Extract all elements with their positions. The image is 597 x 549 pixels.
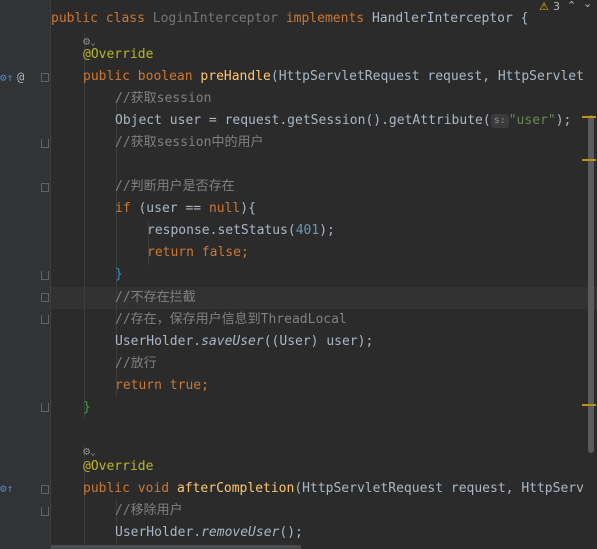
- code-line-9: //判断用户是否存在: [115, 176, 235, 198]
- params: (HttpServletRequest request, HttpServlet: [270, 69, 584, 84]
- fold-marker-icon[interactable]: [41, 183, 49, 192]
- code-text: ();: [279, 525, 303, 540]
- method-name: removeUser: [201, 525, 280, 540]
- warning-count: 3: [553, 0, 560, 13]
- keyword: if: [115, 201, 131, 216]
- code-text: );: [555, 113, 572, 128]
- editor-gutter: ⚙↑ @ ⚙↑: [0, 0, 51, 549]
- chevron-up-icon[interactable]: ⌃: [567, 0, 576, 12]
- annotation: @Override: [83, 459, 154, 474]
- error-stripe-marker[interactable]: [582, 404, 596, 406]
- method-name: preHandle: [200, 69, 271, 84]
- horizontal-scrollbar[interactable]: [51, 545, 301, 549]
- keyword: public: [83, 481, 130, 496]
- comment: //判断用户是否存在: [115, 179, 235, 194]
- parameter-hint: s:: [490, 114, 509, 128]
- method-name: saveUser: [201, 334, 264, 349]
- code-line-5: //获取session: [115, 88, 211, 110]
- code-line-22: @Override: [83, 456, 153, 478]
- code-line-7: //获取session中的用户: [115, 132, 263, 154]
- fold-marker-icon[interactable]: [41, 73, 49, 82]
- fold-marker-icon[interactable]: [41, 271, 49, 280]
- keyword: return: [115, 378, 162, 393]
- method-name: afterCompletion: [176, 481, 295, 496]
- code-text: ;: [201, 378, 209, 393]
- number-literal: 401: [295, 223, 320, 238]
- code-text: ){: [240, 201, 256, 216]
- code-text: ((User) user);: [263, 334, 374, 349]
- comment: //存在，保存用户信息到ThreadLocal: [115, 312, 347, 327]
- code-line-18: return true;: [115, 375, 209, 397]
- vertical-scrollbar[interactable]: [588, 115, 594, 453]
- keyword: return: [147, 245, 194, 260]
- code-text: ;: [240, 245, 249, 260]
- code-text: UserHolder.: [115, 334, 202, 349]
- fold-marker-icon[interactable]: [41, 139, 49, 148]
- keyword: true: [169, 378, 202, 393]
- error-stripe-marker[interactable]: [582, 116, 596, 118]
- warning-icon: ⚠: [539, 0, 549, 13]
- code-line-10: if (user == null){: [115, 198, 256, 220]
- annotation: @Override: [83, 47, 154, 62]
- keyword: class: [105, 11, 145, 26]
- code-line-3: @Override: [83, 44, 153, 66]
- code-line-4: public boolean preHandle(HttpServletRequ…: [83, 66, 584, 88]
- code-editor[interactable]: public class LoginInterceptor implements…: [51, 0, 597, 549]
- class-name: LoginInterceptor: [152, 11, 278, 26]
- code-text: );: [319, 223, 335, 238]
- code-line-14: //不存在拦截: [115, 287, 196, 309]
- code-line-11: response.setStatus(401);: [147, 220, 335, 242]
- code-line-12: return false;: [147, 242, 249, 264]
- override-marker-icon[interactable]: ⚙↑: [0, 483, 13, 495]
- fold-marker-icon[interactable]: [41, 403, 49, 412]
- keyword: public: [83, 69, 130, 84]
- override-marker-icon[interactable]: ⚙↑: [0, 72, 13, 84]
- chevron-down-icon[interactable]: ⌄: [583, 0, 592, 10]
- code-line-19: }: [83, 397, 91, 419]
- fold-marker-icon[interactable]: [41, 293, 49, 302]
- code-line-1: public class LoginInterceptor implements…: [51, 8, 528, 30]
- inspection-widget[interactable]: ⚠ 3 ⌃ ⌄: [537, 0, 597, 14]
- brace: {: [520, 11, 529, 26]
- comment: //获取session: [115, 91, 212, 106]
- code-line-15: //存在，保存用户信息到ThreadLocal: [115, 309, 347, 331]
- keyword: public: [51, 11, 98, 26]
- keyword: false: [201, 245, 241, 260]
- keyword: implements: [285, 11, 365, 26]
- code-line-24: //移除用户: [115, 500, 183, 522]
- code-line-6: Object user = request.getSession().getAt…: [115, 110, 571, 132]
- string-literal: "user": [508, 113, 556, 128]
- comment: //获取session中的用户: [115, 135, 264, 150]
- comment: //移除用户: [115, 503, 183, 518]
- code-line-17: //放行: [115, 353, 157, 375]
- code-text: response.setStatus(: [147, 223, 296, 238]
- comment: //放行: [115, 356, 157, 371]
- brace: }: [115, 267, 123, 282]
- interface-name: HandlerInterceptor: [371, 11, 513, 26]
- keyword: boolean: [137, 69, 193, 84]
- indent-guide: [84, 33, 85, 418]
- code-line-16: UserHolder.saveUser((User) user);: [115, 331, 373, 353]
- code-line-23: public void afterCompletion(HttpServletR…: [83, 478, 584, 500]
- fold-marker-icon[interactable]: [41, 315, 49, 324]
- code-line-25: UserHolder.removeUser();: [115, 522, 303, 544]
- keyword: null: [208, 201, 241, 216]
- error-stripe-marker[interactable]: [582, 159, 596, 161]
- code-text: (user ==: [130, 201, 209, 216]
- params: (HttpServletRequest request, HttpServ: [294, 481, 584, 496]
- code-text: Object user = request.getSession().getAt…: [115, 113, 491, 128]
- fold-marker-icon[interactable]: [41, 485, 49, 494]
- brace: }: [83, 400, 91, 415]
- code-text: UserHolder.: [115, 525, 202, 540]
- comment: //不存在拦截: [115, 290, 196, 305]
- annotation-marker-icon[interactable]: @: [17, 71, 24, 83]
- fold-marker-icon[interactable]: [41, 507, 49, 516]
- keyword: void: [137, 481, 170, 496]
- code-line-13: }: [115, 264, 123, 286]
